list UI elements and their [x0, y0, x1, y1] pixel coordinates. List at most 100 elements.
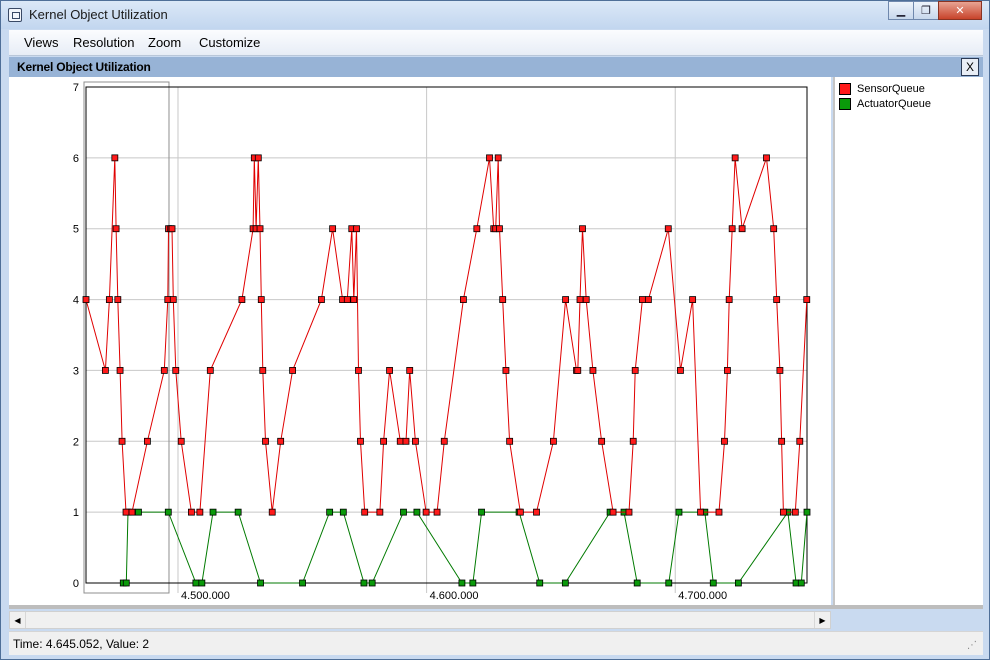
- point-actuatorqueue: [536, 579, 544, 587]
- point-sensorqueue: [238, 296, 246, 303]
- legend-item-actuatorqueue[interactable]: ActuatorQueue: [839, 97, 931, 111]
- point-sensorqueue: [112, 225, 120, 233]
- status-bar: Time: 4.645.052, Value: 2 ⋰: [9, 631, 983, 655]
- point-actuatorqueue: [360, 579, 368, 587]
- point-actuatorqueue: [797, 579, 805, 587]
- point-sensorqueue: [177, 437, 185, 445]
- point-sensorqueue: [277, 437, 285, 445]
- plot-area[interactable]: 0 1 2 3 4 5 6 7 4.500.000 4.600.000 4.700.000: [9, 77, 831, 605]
- point-sensorqueue: [257, 296, 265, 303]
- point-sensorqueue: [502, 367, 510, 374]
- x-tick-label: 4.600.000: [430, 590, 479, 602]
- point-sensorqueue: [574, 367, 582, 374]
- point-sensorqueue: [639, 296, 646, 303]
- menu-resolution[interactable]: Resolution: [73, 35, 134, 50]
- point-sensorqueue: [494, 154, 502, 162]
- point-actuatorqueue: [469, 579, 477, 587]
- point-sensorqueue: [262, 437, 269, 445]
- chart[interactable]: 0 1 2 3 4 5 6 7 4.500.000 4.600.000 4.700.000: [9, 77, 831, 605]
- point-sensorqueue: [506, 437, 514, 445]
- plot-frame: [85, 86, 808, 584]
- point-sensorqueue: [196, 508, 204, 516]
- point-sensorqueue: [396, 437, 404, 445]
- point-actuatorqueue: [122, 579, 130, 587]
- point-sensorqueue: [122, 508, 130, 516]
- legend-label-sensorqueue: SensorQueue: [857, 83, 925, 95]
- point-sensorqueue: [725, 296, 733, 303]
- point-actuatorqueue: [192, 579, 200, 587]
- point-sensorqueue: [118, 437, 126, 445]
- point-sensorqueue: [773, 296, 781, 303]
- point-sensorqueue: [422, 508, 430, 516]
- point-sensorqueue: [499, 296, 507, 303]
- point-actuatorqueue: [209, 508, 217, 516]
- point-sensorqueue: [329, 225, 337, 233]
- point-sensorqueue: [256, 225, 264, 233]
- minimize-button[interactable]: ▁: [888, 1, 914, 20]
- point-sensorqueue: [318, 296, 325, 303]
- point-actuatorqueue: [675, 508, 683, 516]
- point-sensorqueue: [206, 367, 214, 374]
- point-sensorqueue: [728, 225, 736, 233]
- status-readout: Time: 4.645.052, Value: 2: [13, 637, 150, 651]
- panel-title: Kernel Object Utilization: [17, 60, 151, 74]
- point-sensorqueue: [731, 154, 739, 162]
- panel-close-button[interactable]: X: [961, 58, 979, 76]
- axes: 0 1 2 3 4 5 6 7 4.500.000 4.600.000 4.700.000: [73, 82, 808, 602]
- point-sensorqueue: [433, 508, 441, 516]
- y-tick-label: 6: [73, 153, 79, 165]
- menu-views[interactable]: Views: [24, 35, 58, 50]
- point-actuatorqueue: [299, 579, 306, 587]
- point-sensorqueue: [172, 367, 180, 374]
- point-sensorqueue: [357, 437, 364, 445]
- splitter[interactable]: [9, 605, 983, 609]
- point-sensorqueue: [376, 508, 384, 516]
- point-sensorqueue: [144, 437, 151, 445]
- point-sensorqueue: [380, 437, 387, 445]
- y-tick-label: 3: [73, 365, 79, 377]
- point-sensorqueue: [160, 367, 168, 374]
- grid: [86, 86, 807, 593]
- point-sensorqueue: [101, 367, 109, 374]
- point-sensorqueue: [533, 508, 540, 516]
- point-actuatorqueue: [734, 579, 742, 587]
- menu-zoom[interactable]: Zoom: [148, 35, 181, 50]
- maximize-button[interactable]: ❐: [913, 1, 939, 20]
- close-button[interactable]: ✕: [938, 1, 982, 20]
- point-actuatorqueue: [478, 508, 485, 516]
- menu-customize[interactable]: Customize: [199, 35, 260, 50]
- legend-swatch-actuatorqueue: [839, 98, 851, 110]
- point-sensorqueue: [440, 437, 448, 445]
- point-sensorqueue: [412, 437, 419, 445]
- point-sensorqueue: [779, 508, 787, 516]
- scroll-right-arrow-icon[interactable]: ▶: [814, 612, 830, 628]
- y-tick-label: 0: [73, 578, 79, 590]
- point-sensorqueue: [259, 367, 267, 374]
- app-window: Kernel Object Utilization ▁ ❐ ✕ Views Re…: [0, 0, 990, 660]
- point-sensorqueue: [402, 437, 410, 445]
- title-bar[interactable]: Kernel Object Utilization ▁ ❐ ✕: [1, 1, 989, 29]
- y-tick-label: 1: [73, 507, 79, 519]
- point-sensorqueue: [128, 508, 136, 516]
- legend-label-actuatorqueue: ActuatorQueue: [857, 98, 931, 110]
- series-line-sensorqueue: [85, 157, 808, 513]
- point-actuatorqueue: [198, 579, 206, 587]
- point-sensorqueue: [550, 437, 557, 445]
- point-sensorqueue: [770, 225, 778, 233]
- point-sensorqueue: [697, 508, 704, 516]
- y-tick-label: 2: [73, 436, 79, 448]
- resize-grip-icon[interactable]: ⋰: [967, 640, 979, 652]
- point-sensorqueue: [460, 296, 467, 303]
- point-sensorqueue: [353, 225, 360, 233]
- scroll-left-arrow-icon[interactable]: ◀: [10, 612, 26, 628]
- legend-item-sensorqueue[interactable]: SensorQueue: [839, 82, 925, 96]
- horizontal-scrollbar[interactable]: ◀ ▶: [9, 611, 831, 629]
- point-sensorqueue: [763, 154, 770, 162]
- point-sensorqueue: [116, 367, 124, 374]
- point-actuatorqueue: [633, 579, 641, 587]
- scroll-track[interactable]: [26, 612, 814, 628]
- point-sensorqueue: [168, 225, 176, 233]
- point-sensorqueue: [776, 367, 784, 374]
- point-sensorqueue: [791, 508, 799, 516]
- legend-swatch-sensorqueue: [839, 83, 851, 95]
